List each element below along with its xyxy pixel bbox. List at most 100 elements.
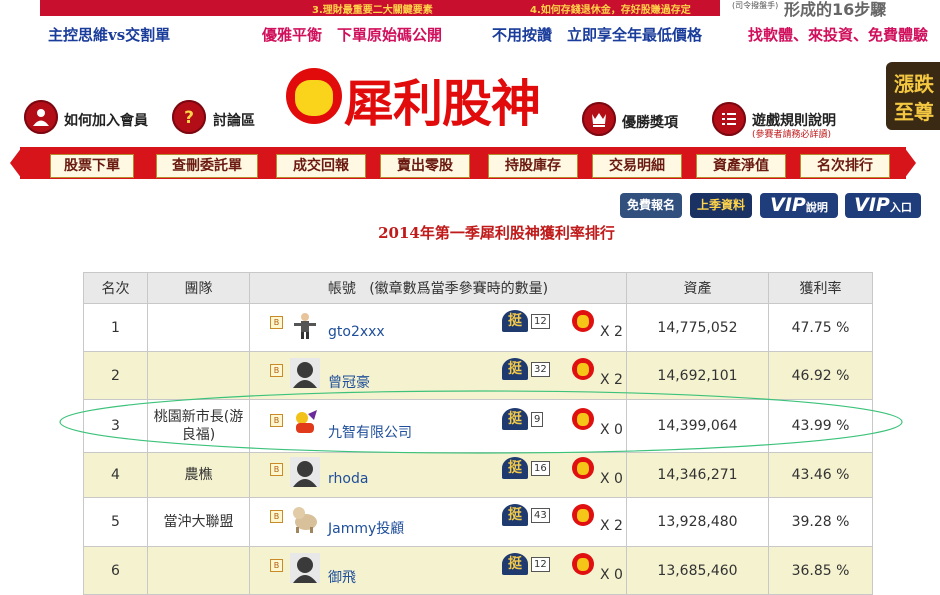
banner-item-4[interactable]: 4.如何存錢退休金，存好股賺過存定 [530, 1, 691, 16]
avatar[interactable] [290, 310, 320, 340]
support-badge-icon[interactable]: 挺 [502, 310, 528, 332]
corner-badge-line2: 至尊 [894, 100, 934, 124]
cell-profit: 47.75 % [768, 303, 873, 352]
free-signup-button[interactable]: 免費報名 [620, 193, 682, 218]
nav-net-assets[interactable]: 資產淨值 [696, 154, 786, 178]
avatar[interactable] [290, 504, 320, 534]
account-link[interactable]: Jammy投顧 [328, 518, 404, 538]
cell-team [147, 303, 250, 352]
medal-count: X 0 [600, 567, 623, 583]
site-logo[interactable]: 犀利股神 [286, 66, 556, 133]
table-row: 4 農樵 Brhoda 挺 16 X 0 14,346,271 43.46 % [83, 452, 873, 498]
blog-icon[interactable]: B [270, 559, 283, 572]
vip-label: VIP [770, 194, 806, 216]
cell-assets: 13,685,460 [626, 546, 769, 595]
avatar[interactable] [290, 457, 320, 487]
main-nav: 股票下單 查刪委託單 成交回報 賣出零股 持股庫存 交易明細 資產淨值 名次排行 [10, 143, 916, 183]
avatar[interactable] [290, 553, 320, 583]
nav-ranking[interactable]: 名次排行 [800, 154, 890, 178]
nav-trade-report[interactable]: 成交回報 [276, 154, 366, 178]
cell-team: 農樵 [147, 452, 250, 498]
account-link[interactable]: 御飛 [328, 567, 356, 587]
header-account-note: (徽章數爲當季參賽時的數量) [369, 281, 549, 297]
vip-info-label: 說明 [805, 201, 828, 214]
support-badge-icon[interactable]: 挺 [502, 553, 528, 575]
header-account-label: 帳號 [327, 281, 356, 297]
vip-enter-button[interactable]: VIP入口 [845, 193, 921, 218]
medal-count: X 2 [600, 372, 623, 388]
logo-emblem-icon [286, 68, 342, 124]
medal-icon [572, 358, 594, 380]
vip-label-2: VIP [854, 194, 890, 216]
cell-rank: 5 [83, 497, 148, 547]
cell-rank: 4 [83, 452, 148, 498]
last-season-button[interactable]: 上季資料 [690, 193, 752, 218]
blog-icon[interactable]: B [270, 364, 283, 377]
support-badge-icon[interactable]: 挺 [502, 358, 528, 380]
promo-link-4[interactable]: 找軟體、來投資、免費體驗 [748, 24, 928, 45]
avatar[interactable] [290, 358, 320, 388]
badge-count: 12 [531, 314, 550, 329]
blog-icon[interactable]: B [270, 316, 283, 329]
cell-profit: 36.85 % [768, 546, 873, 595]
nav-cancel-order[interactable]: 查刪委託單 [156, 154, 258, 178]
blog-icon[interactable]: B [270, 463, 283, 476]
page-title: 2014年第一季犀利股神獲利率排行 [378, 224, 615, 242]
header-profit: 獲利率 [768, 272, 873, 304]
cell-account: Brhoda 挺 16 X 0 [249, 452, 627, 498]
medal-count: X 2 [600, 324, 623, 340]
cell-team [147, 546, 250, 595]
medal-count: X 0 [600, 471, 623, 487]
cell-assets: 14,775,052 [626, 303, 769, 352]
nav-trade-detail[interactable]: 交易明細 [592, 154, 682, 178]
badge-count: 32 [531, 362, 550, 377]
nav-right-arrow [904, 147, 916, 179]
medal-count: X 2 [600, 518, 623, 534]
nav-holdings[interactable]: 持股庫存 [488, 154, 578, 178]
table-header-row: 名次 團隊 帳號 (徽章數爲當季參賽時的數量) 資產 獲利率 [83, 272, 873, 304]
badge-count: 43 [531, 508, 550, 523]
top-banner: 3.理財最重要二大關鍵要素 4.如何存錢退休金，存好股賺過存定 (司令撥盤手) … [0, 0, 940, 19]
cell-assets: 14,346,271 [626, 452, 769, 498]
cell-assets: 13,928,480 [626, 497, 769, 547]
medal-icon [572, 504, 594, 526]
nav-sell-odd-lot[interactable]: 賣出零股 [380, 154, 470, 178]
cell-team: 當沖大聯盟 [147, 497, 250, 547]
header-account: 帳號 (徽章數爲當季參賽時的數量) [249, 272, 627, 304]
svg-text:?: ? [184, 108, 194, 127]
cell-account: B 御飛 挺 12 X 0 [249, 546, 627, 595]
member-icon[interactable] [24, 100, 58, 134]
cell-profit: 43.46 % [768, 452, 873, 498]
account-link[interactable]: rhoda [328, 471, 368, 487]
promo-link-2[interactable]: 優雅平衡 下單原始碼公開 [262, 24, 442, 45]
corner-badge-line1: 漲跌 [894, 72, 934, 96]
blog-icon[interactable]: B [270, 510, 283, 523]
question-icon[interactable]: ? [172, 100, 206, 134]
nav-stock-order[interactable]: 股票下單 [50, 154, 134, 178]
join-member-link[interactable]: 如何加入會員 [64, 110, 148, 130]
corner-badge[interactable]: 漲跌 至尊 [886, 62, 940, 130]
trophy-icon[interactable] [582, 102, 616, 136]
promo-link-3[interactable]: 不用按讚 立即享全年最低價格 [492, 24, 702, 45]
header-team: 團隊 [147, 272, 250, 304]
account-link[interactable]: gto2xxx [328, 324, 385, 340]
banner-item-3[interactable]: 3.理財最重要二大關鍵要素 [312, 1, 433, 16]
cell-rank: 6 [83, 546, 148, 595]
list-icon[interactable] [712, 102, 746, 136]
table-row: 5 當沖大聯盟 B Jammy投顧 挺 43 X 2 13,928,480 39.28 % [83, 497, 873, 547]
table-row: 1 Bgto2xxx 挺 12 X 2 14,775,052 47.75 % [83, 303, 873, 352]
forum-link[interactable]: 討論區 [213, 110, 255, 130]
banner-big-text[interactable]: 形成的16步驟 [784, 0, 886, 20]
support-badge-icon[interactable]: 挺 [502, 504, 528, 526]
vip-info-button[interactable]: VIP說明 [760, 193, 838, 218]
cell-account: Bgto2xxx 挺 12 X 2 [249, 303, 627, 352]
banner-note: (司令撥盤手) [732, 1, 779, 10]
banner-strip[interactable]: 3.理財最重要二大關鍵要素 4.如何存錢退休金，存好股賺過存定 [40, 0, 720, 16]
table-row: 6 B 御飛 挺 12 X 0 13,685,460 36.85 % [83, 546, 873, 595]
support-badge-icon[interactable]: 挺 [502, 457, 528, 479]
prize-link[interactable]: 優勝獎項 [622, 112, 678, 132]
logo-text: 犀利股神 [344, 75, 541, 133]
header-assets: 資產 [626, 272, 769, 304]
vip-enter-label: 入口 [889, 201, 912, 214]
promo-link-1[interactable]: 主控思維vs交割單 [48, 24, 170, 45]
